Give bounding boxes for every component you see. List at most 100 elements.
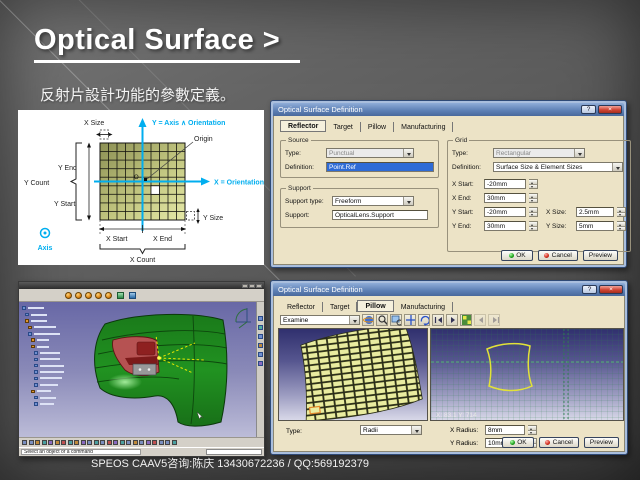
toolbar-icon[interactable] bbox=[258, 316, 263, 321]
zoom-view-icon[interactable] bbox=[390, 314, 402, 326]
grid-definition-select[interactable]: Surface Size & Element Sizes bbox=[493, 162, 623, 172]
first-frame-icon[interactable] bbox=[432, 314, 444, 326]
toolbar-icon[interactable] bbox=[146, 440, 151, 445]
x-start-field[interactable]: -20mm bbox=[484, 179, 526, 189]
pillow-type-select[interactable]: Radii bbox=[360, 425, 422, 435]
close-button[interactable]: × bbox=[599, 285, 623, 294]
graph-viewport[interactable]: X: 83.1 Y: 714 bbox=[430, 328, 624, 421]
toolbar-icon[interactable] bbox=[129, 292, 136, 299]
close-button[interactable]: × bbox=[598, 105, 622, 114]
close-icon[interactable] bbox=[256, 284, 262, 288]
tab-manufacturing[interactable]: Manufacturing bbox=[394, 122, 453, 132]
toolbar-icon[interactable] bbox=[85, 292, 92, 299]
x-radius-spinner[interactable] bbox=[528, 425, 537, 435]
tab-reflector[interactable]: Reflector bbox=[280, 120, 326, 132]
cancel-button[interactable]: Cancel bbox=[539, 437, 579, 448]
grid-type-select[interactable]: Rectangular bbox=[493, 148, 585, 158]
toolbar-icon[interactable] bbox=[159, 440, 164, 445]
help-button[interactable]: ? bbox=[582, 285, 597, 294]
tab-target[interactable]: Target bbox=[326, 122, 360, 132]
cancel-button[interactable]: Cancel bbox=[538, 250, 578, 261]
ok-button[interactable]: OK bbox=[501, 250, 533, 261]
y-start-spinner[interactable] bbox=[529, 207, 538, 217]
x-radius-field[interactable]: 8mm bbox=[485, 425, 525, 435]
toolbar-icon[interactable] bbox=[126, 440, 131, 445]
last-disabled-icon[interactable] bbox=[488, 314, 500, 326]
next-frame-icon[interactable] bbox=[446, 314, 458, 326]
tree-item[interactable] bbox=[34, 401, 64, 407]
y-start-field[interactable]: -20mm bbox=[484, 207, 526, 217]
toolbar-icon[interactable] bbox=[65, 292, 72, 299]
toolbar-icon[interactable] bbox=[258, 334, 263, 339]
toolbar-icon[interactable] bbox=[100, 440, 105, 445]
dialog-titlebar[interactable]: Optical Surface Definition ? × bbox=[273, 103, 624, 116]
car-body-model[interactable] bbox=[45, 306, 250, 432]
toolbar-icon[interactable] bbox=[42, 440, 47, 445]
preview-button[interactable]: Preview bbox=[584, 437, 619, 448]
specification-tree[interactable] bbox=[22, 305, 64, 407]
toolbar-icon[interactable] bbox=[81, 440, 86, 445]
prev-disabled-icon[interactable] bbox=[474, 314, 486, 326]
rotate-icon[interactable] bbox=[418, 314, 430, 326]
x-end-field[interactable]: 30mm bbox=[484, 193, 526, 203]
catia-compass[interactable] bbox=[231, 305, 253, 331]
support-field[interactable]: OpticalLens.Support bbox=[332, 210, 428, 220]
tab-target[interactable]: Target bbox=[323, 302, 357, 312]
help-button[interactable]: ? bbox=[581, 105, 596, 114]
toolbar-icon[interactable] bbox=[258, 361, 263, 366]
catia-viewport[interactable] bbox=[19, 302, 264, 437]
toolbar-icon[interactable] bbox=[120, 440, 125, 445]
toolbar-icon[interactable] bbox=[139, 440, 144, 445]
zoom-icon[interactable] bbox=[376, 314, 388, 326]
source-type-select[interactable]: Punctual bbox=[326, 148, 414, 158]
toolbar-icon[interactable] bbox=[29, 440, 34, 445]
tab-reflector[interactable]: Reflector bbox=[280, 302, 323, 312]
toolbar-icon[interactable] bbox=[61, 440, 66, 445]
toolbar-icon[interactable] bbox=[258, 325, 263, 330]
toolbar-icon[interactable] bbox=[117, 292, 124, 299]
y-end-spinner[interactable] bbox=[529, 221, 538, 231]
x-size-field[interactable]: 2.5mm bbox=[576, 207, 614, 217]
y-size-spinner[interactable] bbox=[617, 221, 626, 231]
toolbar-icon[interactable] bbox=[95, 292, 102, 299]
view-sphere-icon[interactable] bbox=[362, 314, 374, 326]
dialog-titlebar[interactable]: Optical Surface Definition ? × bbox=[273, 283, 625, 296]
ok-button[interactable]: OK bbox=[502, 437, 534, 448]
toolbar-icon[interactable] bbox=[75, 292, 82, 299]
minimize-icon[interactable] bbox=[242, 284, 248, 288]
x-start-spinner[interactable] bbox=[529, 179, 538, 189]
preview-button[interactable]: Preview bbox=[583, 250, 618, 261]
x-size-spinner[interactable] bbox=[617, 207, 626, 217]
toolbar-icon[interactable] bbox=[107, 440, 112, 445]
toolbar-icon[interactable] bbox=[48, 440, 53, 445]
toolbar-icon[interactable] bbox=[22, 440, 27, 445]
mesh-viewport[interactable] bbox=[278, 328, 428, 421]
y-end-field[interactable]: 30mm bbox=[484, 221, 526, 231]
toolbar-icon[interactable] bbox=[105, 292, 112, 299]
catia-titlebar[interactable] bbox=[19, 282, 264, 289]
support-type-select[interactable]: Freeform bbox=[332, 196, 414, 206]
pan-icon[interactable] bbox=[404, 314, 416, 326]
toolbar-icon[interactable] bbox=[68, 440, 73, 445]
tab-pillow[interactable]: Pillow bbox=[361, 122, 394, 132]
toolbar-icon[interactable] bbox=[87, 440, 92, 445]
toolbar-icon[interactable] bbox=[133, 440, 138, 445]
toolbar-icon[interactable] bbox=[113, 440, 118, 445]
tab-pillow[interactable]: Pillow bbox=[357, 300, 393, 312]
toolbar-icon[interactable] bbox=[165, 440, 170, 445]
x-end-spinner[interactable] bbox=[529, 193, 538, 203]
toolbar-icon[interactable] bbox=[152, 440, 157, 445]
view-mode-select[interactable]: Examine bbox=[280, 315, 360, 325]
maximize-icon[interactable] bbox=[249, 284, 255, 288]
tab-manufacturing[interactable]: Manufacturing bbox=[394, 302, 453, 312]
toolbar-icon[interactable] bbox=[94, 440, 99, 445]
toolbar-icon[interactable] bbox=[258, 352, 263, 357]
source-definition-field[interactable]: Point.Ref bbox=[326, 162, 434, 172]
toolbar-icon[interactable] bbox=[35, 440, 40, 445]
toolbar-icon[interactable] bbox=[258, 343, 263, 348]
y-size-field[interactable]: 5mm bbox=[576, 221, 614, 231]
toolbar-icon[interactable] bbox=[55, 440, 60, 445]
toolbar-icon[interactable] bbox=[74, 440, 79, 445]
toolbar-icon[interactable] bbox=[172, 440, 177, 445]
grid-toggle-icon[interactable] bbox=[460, 314, 472, 326]
